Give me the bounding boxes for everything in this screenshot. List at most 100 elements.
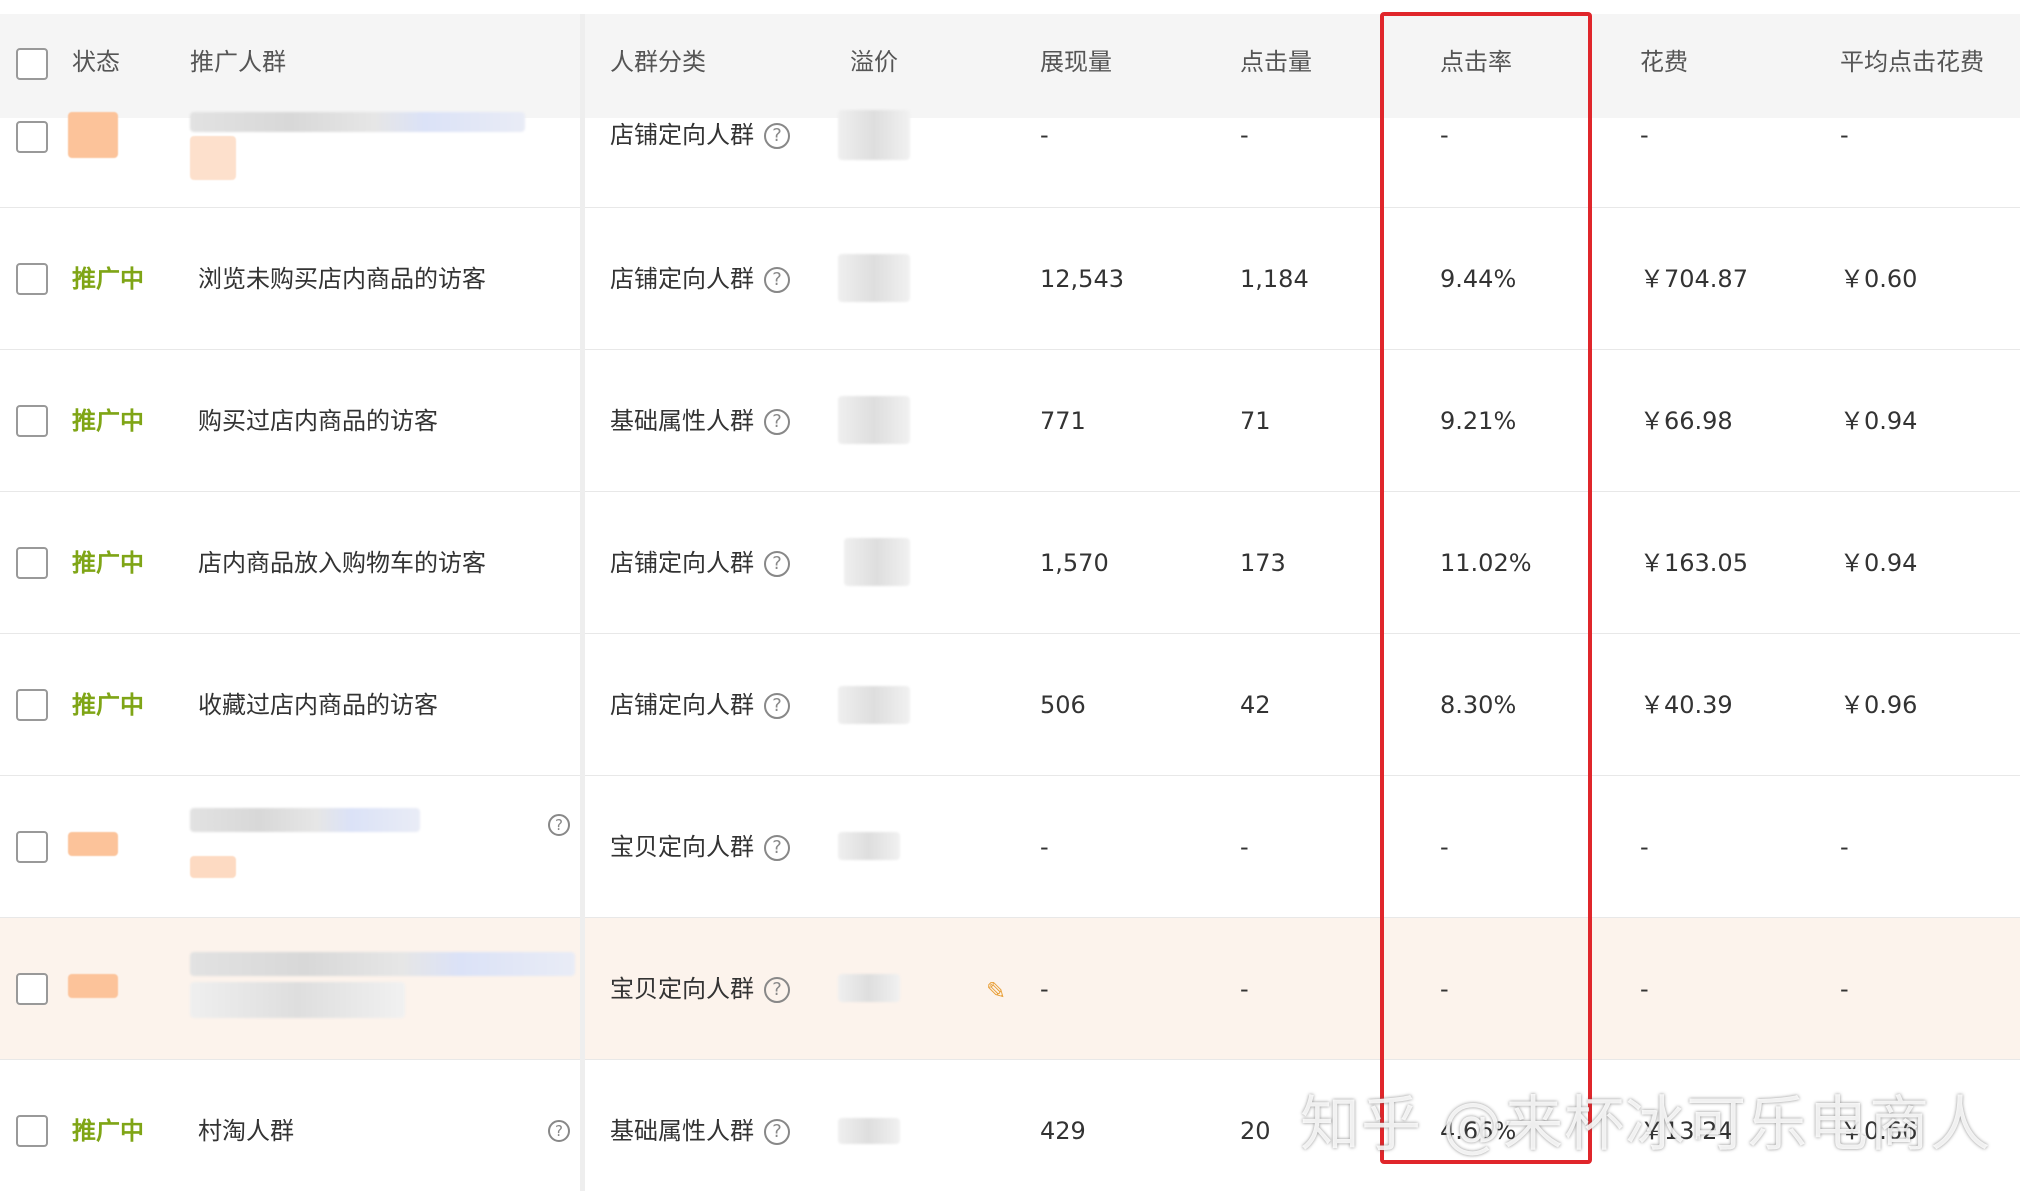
table-row: 店铺定向人群? - - - - -: [0, 66, 2020, 208]
cost-value: ￥704.87: [1640, 265, 1748, 293]
impressions-value: -: [1040, 833, 1049, 861]
impressions-value: -: [1040, 121, 1049, 149]
question-circle-icon[interactable]: ?: [764, 551, 790, 577]
clicks-value: -: [1240, 975, 1249, 1003]
avg-cpc-value: ￥0.94: [1840, 407, 1918, 435]
category-text: 宝贝定向人群: [610, 975, 754, 1003]
category-text: 宝贝定向人群: [610, 833, 754, 861]
blurred-premium: [844, 538, 910, 586]
audience-name: 购买过店内商品的访客: [198, 407, 438, 435]
blurred-premium: [838, 396, 910, 444]
impressions-value: 506: [1040, 691, 1086, 719]
category-text: 店铺定向人群: [610, 265, 754, 293]
audience-name: 浏览未购买店内商品的访客: [198, 265, 486, 293]
ctr-value: 11.02%: [1440, 549, 1532, 577]
watermark: 知乎 @来杯冰可乐电商人: [1300, 1090, 1992, 1160]
question-circle-icon[interactable]: ?: [764, 409, 790, 435]
category-text: 店铺定向人群: [610, 691, 754, 719]
ctr-value: 9.21%: [1440, 407, 1517, 435]
clicks-value: 1,184: [1240, 265, 1309, 293]
clicks-value: 42: [1240, 691, 1271, 719]
blurred-audience-name: [190, 112, 525, 132]
row-checkbox[interactable]: [16, 547, 48, 579]
category-text: 店铺定向人群: [610, 121, 754, 149]
question-circle-icon[interactable]: ?: [548, 1120, 570, 1142]
table-row-highlighted[interactable]: 宝贝定向人群? - - - - -: [0, 918, 2020, 1060]
question-circle-icon[interactable]: ?: [764, 123, 790, 149]
row-checkbox[interactable]: [16, 689, 48, 721]
cost-value: ￥163.05: [1640, 549, 1748, 577]
cost-value: -: [1640, 833, 1649, 861]
table-row: 推广中 浏览未购买店内商品的访客 店铺定向人群? 12,543 1,184 9.…: [0, 208, 2020, 350]
blurred-status: [190, 136, 236, 180]
status-badge: 推广中: [72, 691, 144, 719]
clicks-value: -: [1240, 121, 1249, 149]
row-checkbox[interactable]: [16, 121, 48, 153]
question-circle-icon[interactable]: ?: [764, 977, 790, 1003]
crowd-targeting-table: 状态 推广人群 人群分类 溢价 展现量 点击量 点击率 花费 平均点击花费 店铺…: [0, 0, 2020, 1191]
impressions-value: 429: [1040, 1117, 1086, 1145]
blurred-premium: [838, 254, 910, 302]
question-circle-icon[interactable]: ?: [548, 814, 570, 836]
impressions-value: 1,570: [1040, 549, 1109, 577]
status-badge: 推广中: [72, 549, 144, 577]
blurred-premium: [838, 974, 900, 1002]
clicks-value: 173: [1240, 549, 1286, 577]
table-row: 推广中 店内商品放入购物车的访客 店铺定向人群? 1,570 173 11.02…: [0, 492, 2020, 634]
column-divider[interactable]: [580, 14, 585, 1191]
blurred-audience-name: [190, 982, 405, 1018]
ctr-value: -: [1440, 121, 1449, 149]
impressions-value: 12,543: [1040, 265, 1124, 293]
blurred-status: [68, 112, 118, 158]
cost-value: ￥66.98: [1640, 407, 1733, 435]
avg-cpc-value: -: [1840, 833, 1849, 861]
status-badge: 推广中: [72, 407, 144, 435]
blurred-premium: [838, 110, 910, 160]
blurred-audience-name: [190, 952, 575, 976]
status-badge: 推广中: [72, 265, 144, 293]
ctr-value: -: [1440, 833, 1449, 861]
ctr-value: -: [1440, 975, 1449, 1003]
avg-cpc-value: ￥0.96: [1840, 691, 1918, 719]
clicks-value: 71: [1240, 407, 1271, 435]
avg-cpc-value: ￥0.60: [1840, 265, 1918, 293]
audience-name: 店内商品放入购物车的访客: [198, 549, 486, 577]
table-row: 推广中 购买过店内商品的访客 基础属性人群? 771 71 9.21% ￥66.…: [0, 350, 2020, 492]
table-row: 推广中 收藏过店内商品的访客 店铺定向人群? 506 42 8.30% ￥40.…: [0, 634, 2020, 776]
row-checkbox[interactable]: [16, 1115, 48, 1147]
cost-value: -: [1640, 121, 1649, 149]
clicks-value: 20: [1240, 1117, 1271, 1145]
pencil-icon[interactable]: ✎: [986, 979, 1008, 1003]
blurred-premium: [838, 1118, 900, 1144]
row-checkbox[interactable]: [16, 831, 48, 863]
row-checkbox[interactable]: [16, 263, 48, 295]
audience-name: 村淘人群: [198, 1117, 294, 1145]
blurred-status: [190, 856, 236, 878]
impressions-value: -: [1040, 975, 1049, 1003]
row-checkbox[interactable]: [16, 973, 48, 1005]
blurred-audience-name: [190, 808, 420, 832]
row-checkbox[interactable]: [16, 405, 48, 437]
impressions-value: 771: [1040, 407, 1086, 435]
question-circle-icon[interactable]: ?: [764, 835, 790, 861]
table-row: ? 宝贝定向人群? - - - - -: [0, 776, 2020, 918]
blurred-premium: [838, 832, 900, 860]
question-circle-icon[interactable]: ?: [764, 267, 790, 293]
blurred-premium: [838, 686, 910, 724]
question-circle-icon[interactable]: ?: [764, 693, 790, 719]
clicks-value: -: [1240, 833, 1249, 861]
status-badge: 推广中: [72, 1117, 144, 1145]
avg-cpc-value: ￥0.94: [1840, 549, 1918, 577]
avg-cpc-value: -: [1840, 121, 1849, 149]
blurred-status: [68, 974, 118, 998]
category-text: 店铺定向人群: [610, 549, 754, 577]
question-circle-icon[interactable]: ?: [764, 1119, 790, 1145]
cost-value: -: [1640, 975, 1649, 1003]
category-text: 基础属性人群: [610, 1117, 754, 1145]
audience-name: 收藏过店内商品的访客: [198, 691, 438, 719]
ctr-value: 9.44%: [1440, 265, 1517, 293]
category-text: 基础属性人群: [610, 407, 754, 435]
avg-cpc-value: -: [1840, 975, 1849, 1003]
cost-value: ￥40.39: [1640, 691, 1733, 719]
ctr-value: 8.30%: [1440, 691, 1517, 719]
